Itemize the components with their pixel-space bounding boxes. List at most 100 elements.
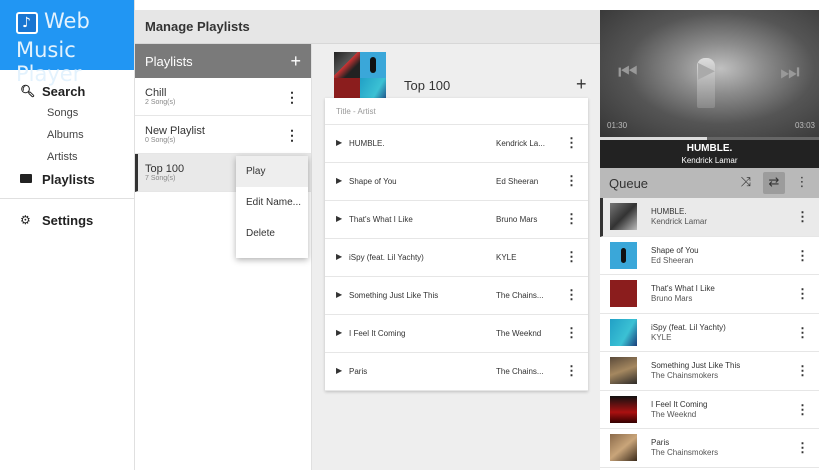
playlist-item[interactable]: New Playlist 0 Song(s) ⋮	[135, 116, 311, 154]
more-vert-icon[interactable]: ⋮	[565, 135, 578, 151]
column-header: Title - Artist	[325, 98, 588, 125]
add-playlist-icon[interactable]: +	[290, 51, 301, 72]
playlist-count: 0 Song(s)	[145, 137, 176, 144]
song-artist: The Weeknd	[496, 329, 542, 338]
song-artist: Bruno Mars	[496, 215, 538, 224]
song-title: I Feel It Coming	[349, 329, 406, 338]
album-thumbnail	[610, 203, 637, 230]
album-thumbnail	[610, 395, 637, 423]
nav-artists[interactable]: Artists	[0, 146, 134, 168]
song-row[interactable]: ▶ Paris The Chains... ⋮	[325, 353, 588, 391]
current-time: 01:30	[607, 121, 628, 130]
playlist-item[interactable]: Chill 2 Song(s) ⋮	[135, 78, 311, 116]
queue-song-artist: Bruno Mars	[651, 294, 693, 303]
queue-song-artist: The Chainsmokers	[651, 371, 719, 380]
playlist-detail: Top 100 + Title - Artist ▶ HUMBLE. Kendr…	[312, 44, 600, 470]
nav-settings[interactable]: ⚙ Settings	[0, 209, 134, 231]
total-time: 03:03	[794, 121, 815, 130]
song-title: That's What I Like	[349, 215, 413, 224]
album-thumbnail	[610, 241, 637, 269]
song-artist: The Chains...	[496, 367, 544, 376]
more-vert-icon[interactable]: ⋮	[791, 172, 813, 194]
now-playing-artist: Kendrick Lamar	[681, 156, 738, 165]
more-vert-icon[interactable]: ⋮	[565, 325, 578, 341]
album-thumbnail	[610, 357, 637, 384]
more-vert-icon[interactable]: ⋮	[565, 211, 578, 227]
album-thumbnail	[610, 318, 637, 346]
nav-playlists-label: Playlists	[42, 171, 95, 187]
queue-item[interactable]: I Feel It Coming The Weeknd ⋮	[600, 391, 819, 429]
song-title: Something Just Like This	[349, 291, 439, 300]
logo-line1: Web	[44, 9, 90, 33]
nav-songs[interactable]: Songs	[0, 102, 134, 124]
song-row[interactable]: ▶ That's What I Like Bruno Mars ⋮	[325, 201, 588, 239]
play-icon[interactable]: ▶	[336, 366, 342, 375]
queue-song-title: That's What I Like	[651, 284, 715, 293]
play-icon[interactable]: ▶	[336, 252, 342, 261]
playlist-count: 2 Song(s)	[145, 99, 176, 106]
album-art: ⏮ ▶ ⏭ 01:30 03:03	[600, 10, 819, 140]
cover-art-2	[360, 52, 386, 78]
queue-item[interactable]: Something Just Like This The Chainsmoker…	[600, 352, 819, 391]
song-row[interactable]: ▶ Shape of You Ed Sheeran ⋮	[325, 163, 588, 201]
play-icon[interactable]: ▶	[698, 58, 715, 83]
shuffle-icon[interactable]: ⤨	[735, 172, 757, 194]
queue-song-artist: Ed Sheeran	[651, 255, 694, 265]
nav-divider	[0, 198, 134, 199]
more-vert-icon[interactable]: ⋮	[796, 325, 809, 341]
playlist-detail-header: Top 100 +	[324, 52, 588, 104]
app-logo[interactable]: Web Music Player	[0, 0, 134, 86]
add-song-icon[interactable]: +	[576, 74, 587, 95]
nav-menu: 🔍︎ Search Songs Albums Artists Playlists…	[0, 70, 134, 231]
logo-line2: Music Player	[16, 38, 82, 86]
play-icon[interactable]: ▶	[336, 176, 342, 185]
playlist-name: New Playlist	[145, 125, 205, 137]
play-icon[interactable]: ▶	[336, 328, 342, 337]
more-vert-icon[interactable]: ⋮	[796, 440, 809, 456]
more-vert-icon[interactable]: ⋮	[565, 249, 578, 265]
song-row[interactable]: ▶ I Feel It Coming The Weeknd ⋮	[325, 315, 588, 353]
queue-item[interactable]: Shape of You Ed Sheeran ⋮	[600, 237, 819, 275]
repeat-icon[interactable]: ⇄	[763, 172, 785, 194]
more-vert-icon[interactable]: ⋮	[565, 173, 578, 189]
playlists-title: Playlists	[145, 53, 193, 69]
skip-previous-icon[interactable]: ⏮	[618, 60, 638, 85]
queue-song-title: Paris	[651, 438, 670, 447]
queue-item[interactable]: Paris The Chainsmokers ⋮	[600, 429, 819, 468]
song-row[interactable]: ▶ iSpy (feat. Lil Yachty) KYLE ⋮	[325, 239, 588, 277]
skip-next-icon[interactable]: ⏭	[780, 60, 800, 85]
song-row[interactable]: ▶ Something Just Like This The Chains...…	[325, 277, 588, 315]
now-playing: HUMBLE. Kendrick Lamar	[600, 140, 819, 168]
more-vert-icon[interactable]: ⋮	[796, 363, 809, 379]
page-title: Manage Playlists	[145, 19, 250, 34]
menu-play[interactable]: Play	[236, 156, 308, 187]
menu-edit-name[interactable]: Edit Name...	[236, 187, 308, 218]
queue-item[interactable]: iSpy (feat. Lil Yachty) KYLE ⋮	[600, 314, 819, 352]
queue-item[interactable]: That's What I Like Bruno Mars ⋮	[600, 275, 819, 314]
play-icon[interactable]: ▶	[336, 138, 342, 147]
song-artist: The Chains...	[496, 291, 544, 300]
more-vert-icon[interactable]: ⋮	[796, 209, 809, 225]
more-vert-icon[interactable]: ⋮	[285, 89, 299, 106]
queue-header: Queue ⤨ ⇄ ⋮	[600, 168, 819, 198]
queue-song-artist: The Weeknd	[651, 409, 697, 419]
song-artist: KYLE	[496, 253, 517, 262]
menu-delete[interactable]: Delete	[236, 218, 308, 249]
more-vert-icon[interactable]: ⋮	[285, 127, 299, 144]
queue-song-title: HUMBLE.	[651, 207, 687, 216]
play-icon[interactable]: ▶	[336, 214, 342, 223]
more-vert-icon[interactable]: ⋮	[565, 363, 578, 379]
sidebar: Web Music Player 🔍︎ Search Songs Albums …	[0, 0, 135, 470]
play-icon[interactable]: ▶	[336, 290, 342, 299]
more-vert-icon[interactable]: ⋮	[796, 286, 809, 302]
song-title: HUMBLE.	[349, 139, 385, 148]
music-note-icon	[16, 12, 38, 34]
playlist-name: Top 100	[145, 163, 185, 175]
more-vert-icon[interactable]: ⋮	[796, 248, 809, 264]
more-vert-icon[interactable]: ⋮	[796, 402, 809, 418]
queue-item-active[interactable]: HUMBLE. Kendrick Lamar ⋮	[600, 198, 819, 237]
song-row[interactable]: ▶ HUMBLE. Kendrick La... ⋮	[325, 125, 588, 163]
more-vert-icon[interactable]: ⋮	[565, 287, 578, 303]
nav-albums[interactable]: Albums	[0, 124, 134, 146]
nav-playlists[interactable]: Playlists	[0, 168, 134, 190]
